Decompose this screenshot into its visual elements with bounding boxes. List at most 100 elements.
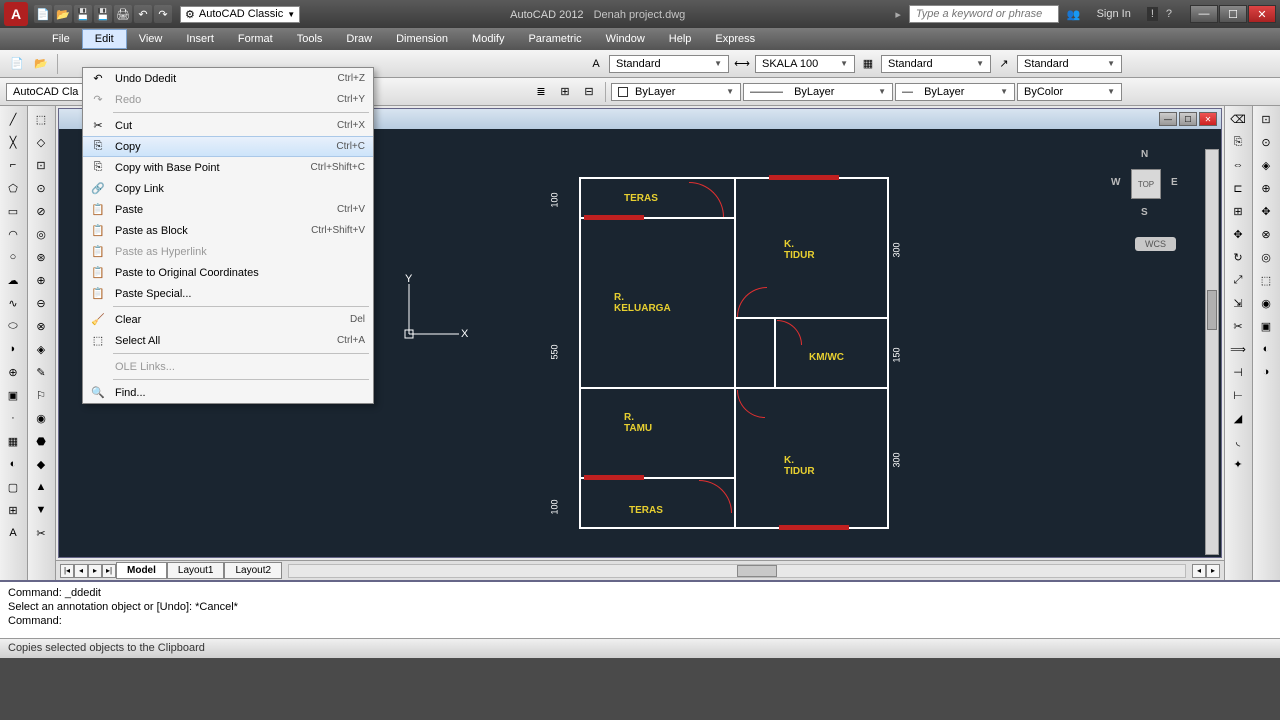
tool-icon[interactable]: ⊛ — [30, 246, 52, 268]
xline-icon[interactable]: ╳ — [2, 131, 24, 153]
text-style-combo[interactable]: Standard▼ — [609, 55, 729, 73]
point-icon[interactable]: · — [2, 407, 24, 429]
tool-icon[interactable]: ◆ — [30, 453, 52, 475]
polygon-icon[interactable]: ⬠ — [2, 177, 24, 199]
tool-icon[interactable]: ⊖ — [30, 292, 52, 314]
region-icon[interactable]: ▢ — [2, 476, 24, 498]
workspace-selector[interactable]: ⚙AutoCAD Classic▼ — [180, 6, 300, 23]
new-icon[interactable]: 📄 — [34, 5, 52, 23]
mirror-icon[interactable]: ⇔ — [1227, 154, 1249, 176]
tool-icon[interactable]: ▲ — [30, 476, 52, 498]
tool-icon[interactable]: ◈ — [30, 338, 52, 360]
app-logo[interactable]: A — [4, 2, 28, 26]
open-file-icon[interactable]: 📂 — [30, 53, 52, 75]
menu-window[interactable]: Window — [594, 30, 657, 48]
workspace-mini-combo[interactable]: AutoCAD Cla — [6, 83, 86, 101]
arc-icon[interactable]: ◠ — [2, 223, 24, 245]
menu-item-clear[interactable]: 🧹ClearDel — [83, 309, 373, 330]
menu-modify[interactable]: Modify — [460, 30, 516, 48]
tool-icon[interactable]: ▼ — [30, 499, 52, 521]
layer-prev-icon[interactable]: ⊟ — [578, 81, 600, 103]
scroll-right-icon[interactable]: ▸ — [1206, 564, 1220, 578]
redo-icon[interactable]: ↷ — [154, 5, 172, 23]
tool-icon[interactable]: ⊡ — [1255, 108, 1277, 130]
dim-style-combo[interactable]: SKALA 100▼ — [755, 55, 855, 73]
color-combo[interactable]: ByLayer▼ — [611, 83, 741, 101]
tool-icon[interactable]: ⚐ — [30, 384, 52, 406]
tool-icon[interactable]: ◎ — [30, 223, 52, 245]
maximize-icon[interactable]: ☐ — [1219, 5, 1247, 23]
layer-iso-icon[interactable]: ⊞ — [554, 81, 576, 103]
tab-prev-icon[interactable]: ◂ — [74, 564, 88, 578]
erase-icon[interactable]: ⌫ — [1227, 108, 1249, 130]
dim-icon[interactable]: ⟷ — [731, 53, 753, 75]
menu-format[interactable]: Format — [226, 30, 285, 48]
vertical-scrollbar[interactable] — [1205, 149, 1219, 555]
tool-icon[interactable]: ⊙ — [30, 177, 52, 199]
tool-icon[interactable]: ▣ — [1255, 315, 1277, 337]
tool-icon[interactable]: ⊙ — [1255, 131, 1277, 153]
tool-icon[interactable]: ◈ — [1255, 154, 1277, 176]
search-input[interactable] — [909, 5, 1059, 23]
menu-item-paste[interactable]: 📋PasteCtrl+V — [83, 199, 373, 220]
mleader-style-combo[interactable]: Standard▼ — [1017, 55, 1122, 73]
tool-icon[interactable]: ◎ — [1255, 246, 1277, 268]
insert-icon[interactable]: ⊕ — [2, 361, 24, 383]
menu-item-cut[interactable]: ✂CutCtrl+X — [83, 115, 373, 136]
wcs-badge[interactable]: WCS — [1135, 237, 1176, 251]
tool-icon[interactable]: ⬣ — [30, 430, 52, 452]
move-icon[interactable]: ✥ — [1227, 223, 1249, 245]
minimize-icon[interactable]: — — [1190, 5, 1218, 23]
tab-first-icon[interactable]: |◂ — [60, 564, 74, 578]
menu-item-paste-to-original-coordinates[interactable]: 📋Paste to Original Coordinates — [83, 262, 373, 283]
menu-express[interactable]: Express — [703, 30, 767, 48]
scale-icon[interactable]: ⤢ — [1227, 269, 1249, 291]
menu-dimension[interactable]: Dimension — [384, 30, 460, 48]
doc-minimize-icon[interactable]: — — [1159, 112, 1177, 126]
sign-in-button[interactable]: Sign In — [1089, 6, 1139, 22]
menu-draw[interactable]: Draw — [334, 30, 384, 48]
gradient-icon[interactable]: ◐ — [2, 453, 24, 475]
save-icon[interactable]: 💾 — [74, 5, 92, 23]
rotate-icon[interactable]: ↻ — [1227, 246, 1249, 268]
circle-icon[interactable]: ○ — [2, 246, 24, 268]
table-style-combo[interactable]: Standard▼ — [881, 55, 991, 73]
offset-icon[interactable]: ⊏ — [1227, 177, 1249, 199]
block-icon[interactable]: ▣ — [2, 384, 24, 406]
fillet-icon[interactable]: ◟ — [1227, 430, 1249, 452]
tool-icon[interactable]: ⊡ — [30, 154, 52, 176]
new-file-icon[interactable]: 📄 — [6, 53, 28, 75]
infocenter-icon[interactable]: 👥 — [1067, 8, 1081, 21]
horizontal-scrollbar[interactable] — [288, 564, 1186, 578]
ellipse-arc-icon[interactable]: ◗ — [2, 338, 24, 360]
explode-icon[interactable]: ✦ — [1227, 453, 1249, 475]
ellipse-icon[interactable]: ⬭ — [2, 315, 24, 337]
tool-icon[interactable]: ◐ — [1255, 338, 1277, 360]
annotation-icon[interactable]: A — [585, 53, 607, 75]
help-icon[interactable]: ? — [1166, 8, 1172, 20]
print-icon[interactable]: 🖨 — [114, 5, 132, 23]
menu-item-copy-link[interactable]: 🔗Copy Link — [83, 178, 373, 199]
revcloud-icon[interactable]: ☁ — [2, 269, 24, 291]
tool-icon[interactable]: ⬚ — [1255, 269, 1277, 291]
tab-layout1[interactable]: Layout1 — [167, 562, 225, 579]
tool-icon[interactable]: ⊗ — [1255, 223, 1277, 245]
array-icon[interactable]: ⊞ — [1227, 200, 1249, 222]
tool-icon[interactable]: ◉ — [30, 407, 52, 429]
close-icon[interactable]: ✕ — [1248, 5, 1276, 23]
table-icon[interactable]: ⊞ — [2, 499, 24, 521]
menu-help[interactable]: Help — [657, 30, 704, 48]
tool-icon[interactable]: ⊗ — [30, 315, 52, 337]
menu-item-copy[interactable]: ⎘CopyCtrl+C — [83, 136, 373, 157]
tool-icon[interactable]: ✥ — [1255, 200, 1277, 222]
tab-next-icon[interactable]: ▸ — [88, 564, 102, 578]
menu-item-copy-with-base-point[interactable]: ⎘Copy with Base PointCtrl+Shift+C — [83, 157, 373, 178]
menu-view[interactable]: View — [127, 30, 175, 48]
tab-last-icon[interactable]: ▸| — [102, 564, 116, 578]
pline-icon[interactable]: ⌐ — [2, 154, 24, 176]
rectangle-icon[interactable]: ▭ — [2, 200, 24, 222]
tool-icon[interactable]: ◑ — [1255, 361, 1277, 383]
tool-icon[interactable]: ⊘ — [30, 200, 52, 222]
stretch-icon[interactable]: ⇲ — [1227, 292, 1249, 314]
spline-icon[interactable]: ∿ — [2, 292, 24, 314]
